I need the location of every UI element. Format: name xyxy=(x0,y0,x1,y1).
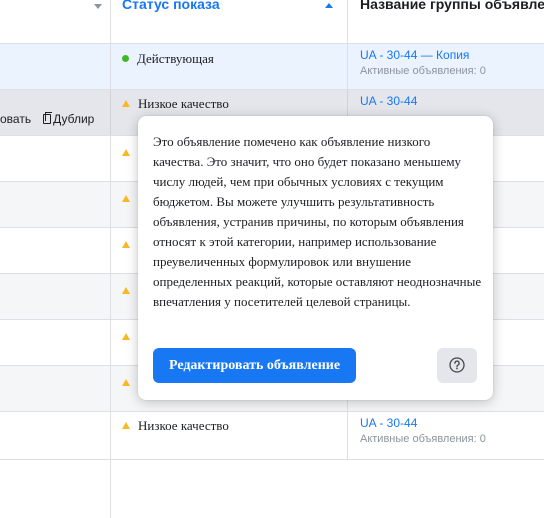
warning-triangle-icon[interactable] xyxy=(122,422,130,429)
row-actions: овать Дублир xyxy=(0,112,100,126)
status-cell: Низкое качество xyxy=(122,96,229,112)
edit-ad-button[interactable]: Редактировать объявление xyxy=(153,348,356,383)
status-dot-icon xyxy=(122,55,129,62)
warning-triangle-icon[interactable] xyxy=(122,149,130,156)
sort-up-icon[interactable] xyxy=(325,3,333,8)
status-text: Действующая xyxy=(137,51,214,66)
active-ads-count: Активные объявления: 0 xyxy=(360,65,486,77)
help-icon xyxy=(449,357,465,373)
status-text: Низкое качество xyxy=(138,418,229,433)
warning-triangle-icon[interactable] xyxy=(122,100,130,107)
warning-triangle-icon[interactable] xyxy=(122,195,130,202)
column-header-delivery-status[interactable]: Статус показа xyxy=(111,0,348,44)
column-header-previous[interactable] xyxy=(0,0,111,44)
low-quality-popover: Это объявление помечено как объявление н… xyxy=(138,116,493,400)
table-row[interactable]: Действующая UA - 30-44 — Копия Активные … xyxy=(0,44,544,90)
column-header-adset-name[interactable]: Название группы объявлений xyxy=(348,0,544,44)
column-divider xyxy=(110,460,111,518)
warning-triangle-icon[interactable] xyxy=(122,379,130,386)
table-row[interactable]: Низкое качество UA - 30-44 Активные объя… xyxy=(0,412,544,460)
table-header: Статус показа Название группы объявлений xyxy=(0,0,544,44)
column-header-label: Название группы объявлений xyxy=(360,0,544,12)
adset-name-link[interactable]: UA - 30-44 xyxy=(360,416,417,430)
warning-triangle-icon[interactable] xyxy=(122,241,130,248)
adset-name-link[interactable]: UA - 30-44 xyxy=(360,94,417,108)
status-text: Низкое качество xyxy=(138,96,229,111)
active-ads-count: Активные объявления: 0 xyxy=(360,433,486,445)
warning-triangle-icon[interactable] xyxy=(122,333,130,340)
column-header-label: Статус показа xyxy=(122,0,220,12)
status-cell: Действующая xyxy=(122,51,214,67)
duplicate-row-link[interactable]: Дублир xyxy=(53,112,94,126)
warning-triangle-icon[interactable] xyxy=(122,287,130,294)
adset-name-link[interactable]: UA - 30-44 — Копия xyxy=(360,48,469,62)
edit-row-link[interactable]: овать xyxy=(0,112,31,126)
popover-message: Это объявление помечено как объявление н… xyxy=(153,134,482,309)
chevron-down-icon[interactable] xyxy=(94,4,102,9)
duplicate-icon[interactable] xyxy=(43,112,53,124)
help-button[interactable] xyxy=(437,348,477,383)
status-cell: Низкое качество xyxy=(122,418,229,434)
